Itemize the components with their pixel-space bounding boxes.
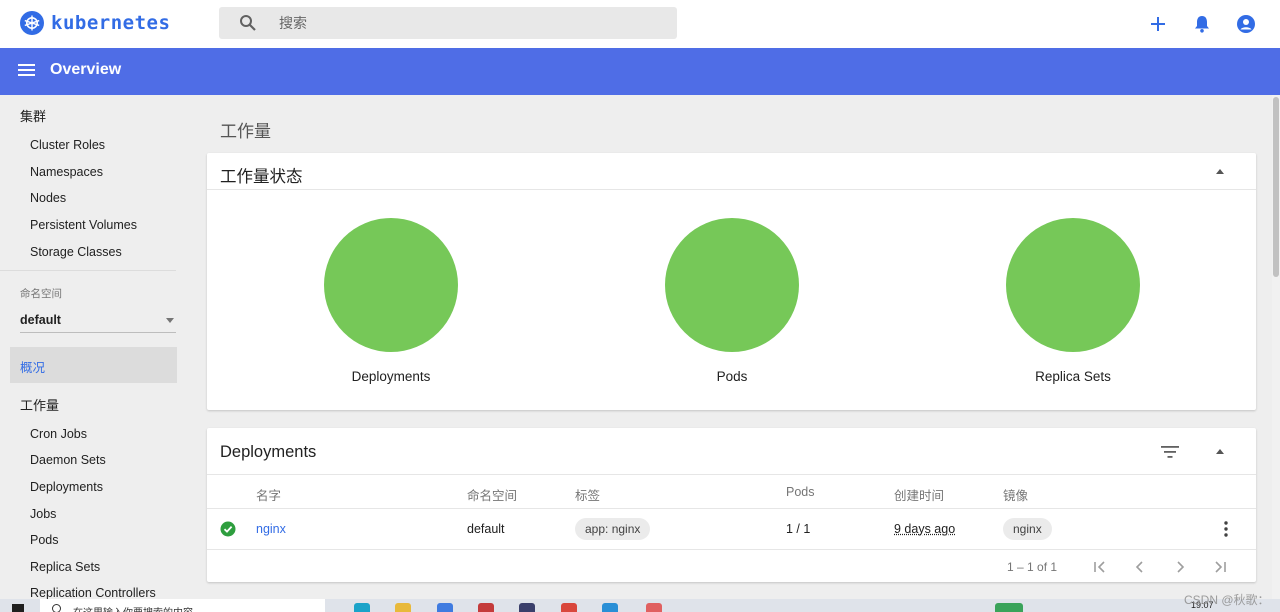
sidebar-item-persistent-volumes[interactable]: Persistent Volumes — [30, 218, 137, 232]
more-vert-icon[interactable] — [1224, 521, 1228, 542]
pods-chart-label: Pods — [716, 369, 748, 384]
last-page-icon[interactable] — [1211, 558, 1229, 576]
workload-status-card: 工作量状态 Deployments Pods Replica Sets — [207, 153, 1256, 410]
table-row-divider — [207, 549, 1256, 550]
sidebar-item-nodes[interactable]: Nodes — [30, 191, 66, 205]
search-icon — [239, 14, 257, 37]
deployment-created-time[interactable]: 9 days ago — [894, 522, 955, 536]
account-icon[interactable] — [1234, 12, 1258, 36]
filter-icon[interactable] — [1161, 445, 1179, 463]
taskbar-search-text: 在这里输入你要搜索的内容 — [73, 604, 193, 612]
notifications-bell-icon[interactable] — [1190, 12, 1214, 36]
sidebar-item-cron-jobs[interactable]: Cron Jobs — [30, 427, 87, 441]
scrollbar-thumb[interactable] — [1273, 97, 1279, 277]
column-header-name[interactable]: 名字 — [256, 485, 281, 504]
next-page-icon[interactable] — [1171, 558, 1189, 576]
namespace-value: default — [20, 313, 61, 327]
brand-name: kubernetes — [51, 12, 171, 34]
sidebar-item-deployments[interactable]: Deployments — [30, 480, 103, 494]
search-input[interactable] — [279, 7, 659, 39]
namespace-label: 命名空间 — [20, 288, 62, 300]
sidebar-item-namespaces[interactable]: Namespaces — [30, 165, 103, 179]
sidebar-item-replication-controllers[interactable]: Replication Controllers — [30, 586, 156, 600]
sidebar: 集群 Cluster Roles Namespaces Nodes Persis… — [0, 95, 190, 612]
deployment-pods: 1 / 1 — [786, 522, 811, 536]
column-header-namespace[interactable]: 命名空间 — [467, 485, 517, 504]
chevron-down-icon — [166, 318, 174, 323]
kubernetes-logo[interactable]: kubernetes — [20, 11, 170, 35]
watermark: CSDN @秋歌： — [1184, 593, 1270, 607]
card-divider — [207, 474, 1256, 475]
label-chip: app: nginx — [575, 518, 651, 540]
collapse-icon[interactable] — [1216, 449, 1224, 454]
card-divider — [207, 189, 1256, 190]
taskbar-app-icon[interactable] — [602, 603, 618, 612]
menu-icon[interactable] — [18, 63, 36, 82]
sidebar-item-pods[interactable]: Pods — [30, 533, 59, 547]
image-chip: nginx — [1003, 518, 1052, 540]
page-heading: Overview — [50, 61, 122, 78]
sidebar-item-cluster-roles[interactable]: Cluster Roles — [30, 138, 105, 152]
taskbar-app-icon[interactable] — [519, 603, 535, 612]
namespace-select[interactable]: default — [20, 313, 176, 333]
sidebar-item-daemon-sets[interactable]: Daemon Sets — [30, 453, 106, 467]
battery-icon — [995, 603, 1023, 612]
chrome-icon[interactable] — [561, 603, 577, 612]
replica-sets-chart-label: Replica Sets — [1035, 369, 1111, 384]
pods-status-chart[interactable] — [665, 218, 799, 352]
first-page-icon[interactable] — [1091, 558, 1109, 576]
page-scrollbar[interactable] — [1272, 95, 1280, 600]
sidebar-item-overview[interactable]: 概况 — [10, 347, 177, 383]
windows-start-icon[interactable] — [12, 604, 24, 612]
deployments-chart-label: Deployments — [351, 369, 431, 384]
sidebar-item-replica-sets[interactable]: Replica Sets — [30, 560, 100, 574]
pagination-range: 1 – 1 of 1 — [1007, 560, 1058, 574]
kubernetes-wheel-icon — [20, 11, 44, 35]
search-bar[interactable] — [219, 7, 677, 39]
deployment-name-link[interactable]: nginx — [256, 522, 286, 536]
column-header-labels: 标签 — [575, 489, 601, 503]
sidebar-item-jobs[interactable]: Jobs — [30, 507, 56, 521]
column-header-pods: Pods — [786, 485, 815, 499]
os-taskbar: 在这里输入你要搜索的内容 19:07 — [0, 599, 1280, 612]
taskbar-app-icon[interactable] — [646, 603, 662, 612]
sidebar-heading-workloads[interactable]: 工作量 — [20, 395, 59, 414]
workload-status-title: 工作量状态 — [220, 168, 303, 186]
deployments-card-title: Deployments — [220, 443, 317, 461]
taskbar-app-icon[interactable] — [437, 603, 453, 612]
taskbar-app-icon[interactable] — [478, 603, 494, 612]
collapse-icon[interactable] — [1216, 169, 1224, 174]
previous-page-icon[interactable] — [1131, 558, 1149, 576]
add-icon[interactable] — [1146, 12, 1170, 36]
sidebar-item-storage-classes[interactable]: Storage Classes — [30, 245, 122, 259]
deployment-namespace: default — [467, 522, 505, 536]
column-header-images: 镜像 — [1003, 489, 1029, 503]
replica-sets-status-chart[interactable] — [1006, 218, 1140, 352]
check-circle-icon — [220, 521, 236, 542]
sidebar-item-overview-label: 概况 — [20, 361, 46, 375]
table-header-divider — [207, 508, 1256, 509]
sidebar-divider — [0, 270, 176, 271]
sidebar-heading-cluster[interactable]: 集群 — [20, 106, 46, 125]
app-bar: Overview — [0, 48, 1280, 95]
taskbar-search-icon — [52, 604, 61, 612]
folder-icon[interactable] — [395, 603, 411, 612]
deployments-status-chart[interactable] — [324, 218, 458, 352]
top-bar: kubernetes — [0, 0, 1280, 48]
section-title: 工作量 — [220, 122, 271, 141]
column-header-created[interactable]: 创建时间 — [894, 485, 944, 504]
taskbar-app-icon[interactable] — [354, 603, 370, 612]
taskbar-search[interactable]: 在这里输入你要搜索的内容 — [40, 599, 325, 612]
